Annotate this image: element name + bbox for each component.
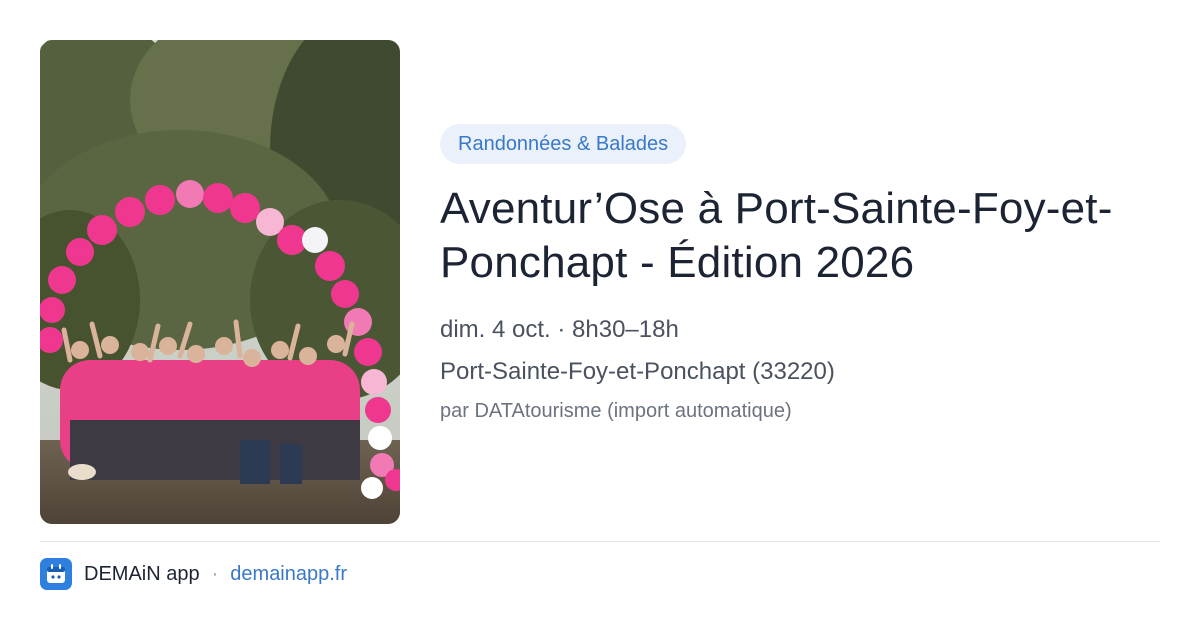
footer: DEMAiN app · demainapp.fr — [40, 558, 347, 590]
app-name: DEMAiN app — [84, 562, 200, 585]
event-date: dim. 4 oct. · 8h30–18h — [440, 316, 679, 343]
footer-divider — [40, 541, 1160, 542]
event-photo-image — [40, 40, 400, 524]
event-title: Aventur’Ose à Port-Sainte-Foy-et-Ponchap… — [440, 184, 1113, 287]
event-photo — [40, 40, 400, 524]
footer-separator: · — [211, 562, 219, 585]
category-badge[interactable]: Randonnées & Balades — [440, 124, 687, 164]
app-logo-icon — [40, 558, 72, 590]
domain-link[interactable]: demainapp.fr — [230, 563, 347, 586]
event-organizer: par DATAtourisme (import automatique) — [440, 400, 792, 422]
event-details: Randonnées & Balades Aventur’Ose à Port-… — [440, 124, 1160, 423]
event-location: Port-Sainte-Foy-et-Ponchapt (33220) — [440, 358, 835, 385]
